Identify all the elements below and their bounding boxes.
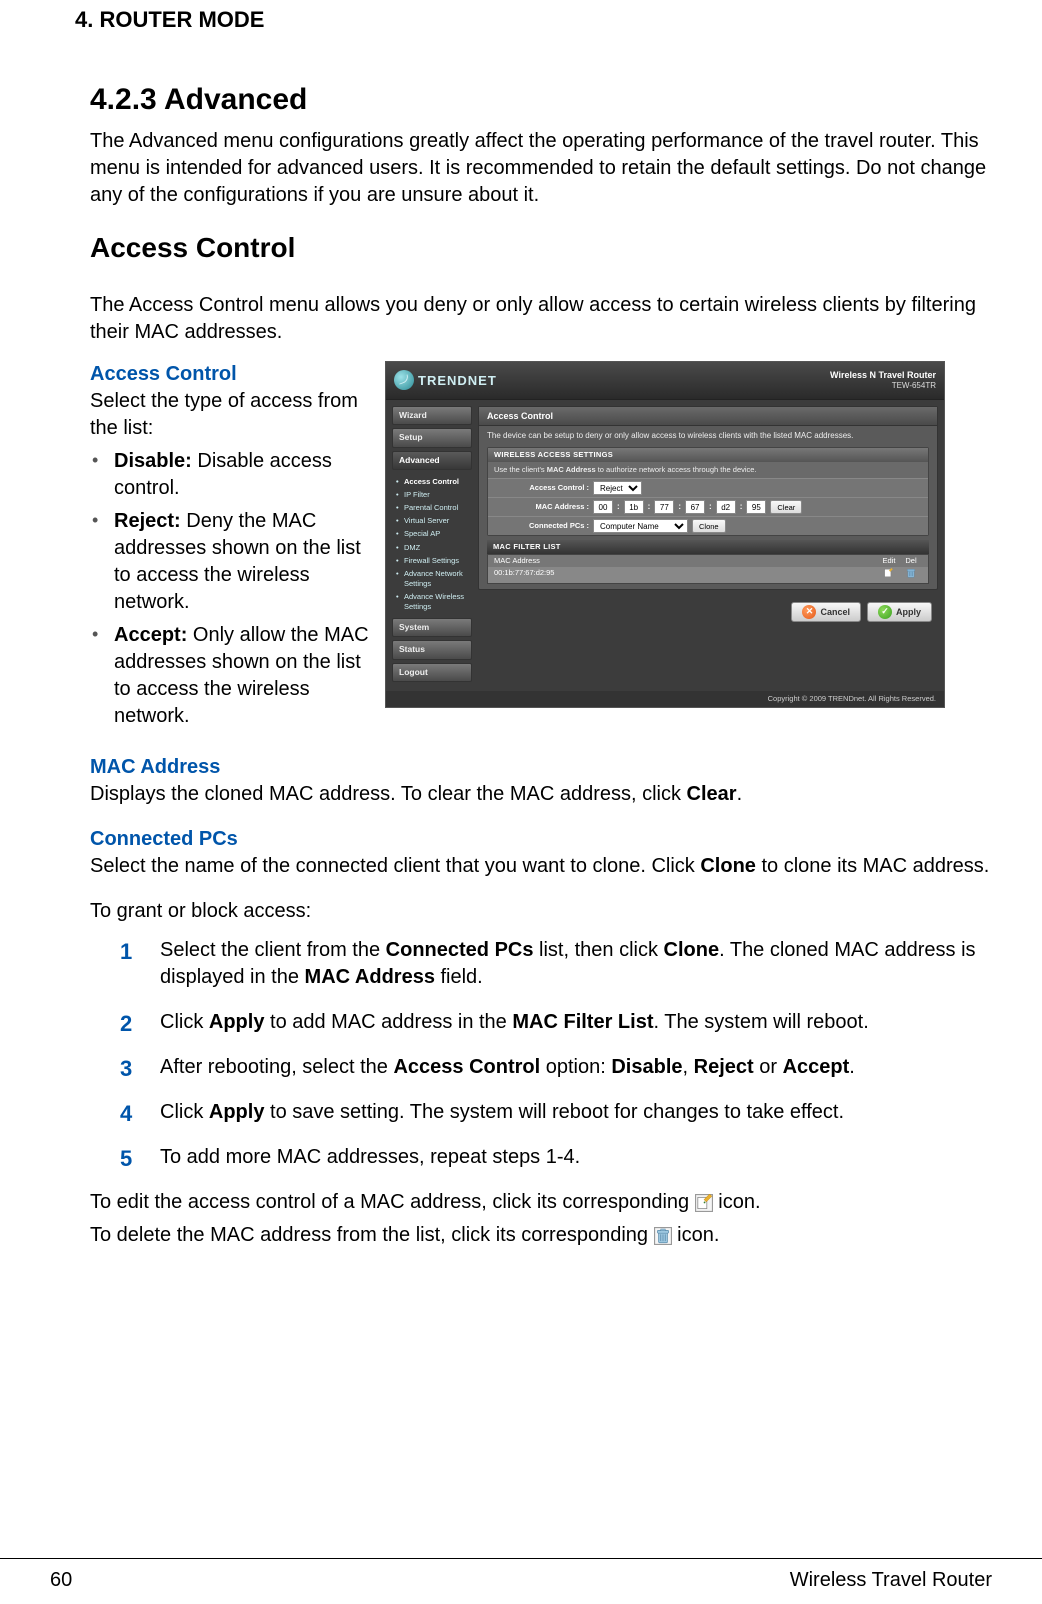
mac-filter-row: 00:1b:77:67:d2:95 — [488, 567, 928, 582]
panel-title: Access Control — [479, 407, 937, 426]
mac-field-4[interactable] — [685, 500, 705, 514]
brand-logo: TRENDNET — [394, 370, 497, 390]
label-connected-pcs: Connected PCs : — [494, 521, 589, 531]
nav-setup[interactable]: Setup — [392, 428, 472, 447]
mac-field-2[interactable] — [624, 500, 644, 514]
nav-status[interactable]: Status — [392, 640, 472, 659]
router-screenshot: TRENDNET Wireless N Travel Router TEW-65… — [385, 361, 945, 708]
nav-sub-item[interactable]: Virtual Server — [396, 515, 472, 528]
access-control-select[interactable]: Reject — [593, 481, 642, 495]
footer-title: Wireless Travel Router — [790, 1567, 992, 1594]
label-mac-address: MAC Address : — [494, 502, 589, 512]
edit-icon — [695, 1193, 713, 1211]
apply-icon: ✓ — [878, 605, 892, 619]
clone-button[interactable]: Clone — [692, 519, 726, 533]
col-del: Del — [900, 556, 922, 566]
page-footer: 60 Wireless Travel Router — [0, 1558, 1042, 1594]
step-number: 3 — [120, 1054, 132, 1084]
sc-copyright: Copyright © 2009 TRENDnet. All Rights Re… — [386, 691, 944, 707]
connected-pc-select[interactable]: Computer Name — [593, 519, 688, 533]
settings-title: WIRELESS ACCESS SETTINGS — [488, 448, 928, 462]
mac-filter-list-title: MAC FILTER LIST — [487, 540, 929, 554]
nav-sub-item[interactable]: Access Control — [396, 475, 472, 488]
panel-desc: The device can be setup to deny or only … — [487, 431, 929, 442]
mac-field-1[interactable] — [593, 500, 613, 514]
nav-sub-item[interactable]: Special AP — [396, 528, 472, 541]
ac-select-prompt: Select the type of access from the list: — [90, 388, 370, 442]
step-number: 2 — [120, 1009, 132, 1039]
nav-sub-item[interactable]: IP Filter — [396, 489, 472, 502]
mac-value: 00:1b:77:67:d2:95 — [494, 568, 878, 581]
nav-advanced[interactable]: Advanced — [392, 451, 472, 470]
step-item: 2 Click Apply to add MAC address in the … — [120, 1009, 992, 1036]
col-edit: Edit — [878, 556, 900, 566]
brand-text: TRENDNET — [418, 372, 497, 390]
connected-pcs-heading: Connected PCs — [90, 826, 992, 853]
edit-icon[interactable] — [878, 568, 900, 581]
section-name: Advanced — [164, 83, 307, 116]
nav-logout[interactable]: Logout — [392, 663, 472, 682]
ac-option: Reject: Deny the MAC addresses shown on … — [90, 508, 370, 616]
mac-address-heading: MAC Address — [90, 754, 992, 781]
mac-filter-header-row: MAC Address Edit Del — [488, 555, 928, 567]
product-model: TEW-654TR — [830, 381, 936, 392]
globe-icon — [394, 370, 414, 390]
nav-sub-item[interactable]: Advance Network Settings — [396, 567, 472, 590]
apply-label: Apply — [896, 607, 921, 617]
grant-block-intro: To grant or block access: — [90, 898, 992, 925]
step-number: 5 — [120, 1144, 132, 1174]
cancel-button[interactable]: ✕ Cancel — [791, 602, 861, 622]
label-access-control: Access Control : — [494, 483, 589, 493]
cancel-icon: ✕ — [802, 605, 816, 619]
nav-sub-item[interactable]: DMZ — [396, 541, 472, 554]
nav-sub-item[interactable]: Parental Control — [396, 502, 472, 515]
step-number: 4 — [120, 1099, 132, 1129]
nav-system[interactable]: System — [392, 618, 472, 637]
step-item: 5 To add more MAC addresses, repeat step… — [120, 1144, 992, 1171]
subsection-title: Access Control — [90, 229, 992, 267]
sidebar-nav: Wizard Setup Advanced Access Control IP … — [386, 400, 476, 691]
ac-option-label: Accept: — [114, 624, 187, 646]
nav-sub-item[interactable]: Advance Wireless Settings — [396, 591, 472, 614]
trash-icon — [654, 1226, 672, 1244]
ac-option: Disable: Disable access control. — [90, 448, 370, 502]
section-number: 4.2.3 — [90, 83, 157, 116]
clear-button[interactable]: Clear — [770, 500, 802, 514]
mac-field-6[interactable] — [746, 500, 766, 514]
nav-sub-item[interactable]: Firewall Settings — [396, 554, 472, 567]
product-label: Wireless N Travel Router TEW-654TR — [830, 369, 936, 392]
mac-address-text: Displays the cloned MAC address. To clea… — [90, 781, 992, 808]
cancel-label: Cancel — [820, 607, 850, 617]
mac-field-3[interactable] — [654, 500, 674, 514]
ac-option: Accept: Only allow the MAC addresses sho… — [90, 622, 370, 730]
edit-instruction: To edit the access control of a MAC addr… — [90, 1189, 992, 1216]
ac-option-label: Disable: — [114, 450, 192, 472]
page-number: 60 — [50, 1567, 72, 1594]
sc-header: TRENDNET Wireless N Travel Router TEW-65… — [386, 362, 944, 400]
col-mac-address: MAC Address — [494, 556, 878, 566]
connected-pcs-text: Select the name of the connected client … — [90, 853, 992, 880]
delete-instruction: To delete the MAC address from the list,… — [90, 1222, 992, 1249]
step-item: 4 Click Apply to save setting. The syste… — [120, 1099, 992, 1126]
apply-button[interactable]: ✓ Apply — [867, 602, 932, 622]
product-name: Wireless N Travel Router — [830, 369, 936, 381]
access-control-desc: The Access Control menu allows you deny … — [90, 292, 992, 346]
step-item: 3 After rebooting, select the Access Con… — [120, 1054, 992, 1081]
mac-field-5[interactable] — [716, 500, 736, 514]
section-title: 4.2.3 Advanced — [90, 80, 992, 121]
section-intro: The Advanced menu configurations greatly… — [90, 128, 992, 209]
ac-option-label: Reject: — [114, 510, 181, 532]
delete-icon[interactable] — [900, 568, 922, 581]
settings-desc: Use the client's MAC Address to authoriz… — [488, 462, 928, 478]
step-number: 1 — [120, 937, 132, 967]
nav-wizard[interactable]: Wizard — [392, 406, 472, 425]
step-item: 1 Select the client from the Connected P… — [120, 937, 992, 991]
ac-heading: Access Control — [90, 361, 370, 388]
chapter-title: 4. ROUTER MODE — [75, 5, 992, 35]
